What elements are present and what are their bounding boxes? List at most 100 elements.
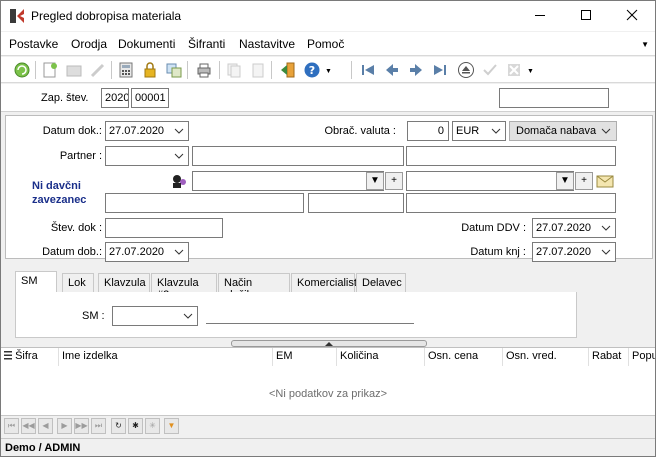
datum-knj-picker[interactable]: 27.07.2020 [532,242,616,262]
minimize-button[interactable] [517,1,563,31]
nav-asterisk-button[interactable]: ✱ [128,418,143,434]
last-record-icon[interactable] [431,61,449,79]
column-header-ime-izdelka[interactable]: Ime izdelka [59,348,273,366]
column-header-sifra[interactable]: Šifra [1,348,59,366]
cancel-dropdown-icon[interactable]: ▼ [527,68,534,75]
panel-splitter[interactable] [231,340,427,347]
zap-number-field[interactable]: 00001 [131,88,169,108]
tab-klavzula-2[interactable]: Klavzula #2 [151,273,217,301]
prev-record-icon[interactable] [383,61,401,79]
city-field[interactable] [406,193,616,213]
column-header-popust[interactable]: Popu [629,348,655,366]
post-field[interactable] [308,193,404,213]
contact-field-2[interactable] [406,171,574,191]
datum-ddv-picker[interactable]: 27.07.2020 [532,218,616,238]
menu-nastavitve[interactable]: Nastavitve [239,37,295,51]
column-header-osn-vred[interactable]: Osn. vred. [503,348,589,366]
stev-dok-field[interactable] [105,218,223,238]
help-icon[interactable]: ? [303,61,321,79]
nav-last-button[interactable]: ⏭ [91,418,106,434]
edit-icon[interactable] [89,61,107,79]
contact-2-dropdown[interactable]: ▼ [556,172,574,190]
sm-select[interactable] [112,306,198,326]
title-bar: Pregled dobropisa materiala [1,1,655,31]
datum-knj-label: Datum knj : [470,246,526,258]
open-folder-icon[interactable] [65,61,83,79]
filter-icon[interactable]: ▼ [164,418,179,434]
main-window: Pregled dobropisa materiala Postavke Oro… [0,0,656,457]
chevron-down-icon [174,249,184,255]
currency-select[interactable]: EUR [452,121,506,141]
nav-prev-page-button[interactable]: ◀◀ [21,418,36,434]
nav-next-button[interactable]: ▶ [57,418,72,434]
datum-dok-picker[interactable]: 27.07.2020 [105,121,189,141]
nav-first-button[interactable]: ⏮ [4,418,19,434]
contact-field-1[interactable] [192,171,384,191]
tab-nacin-placila[interactable]: Način plačila [218,273,290,301]
zap-year-field[interactable]: 2020 [101,88,129,108]
paste-icon[interactable] [249,61,267,79]
tab-sm[interactable]: SM [15,271,57,293]
copy-icon[interactable] [225,61,243,79]
grid-menu-icon[interactable] [4,350,12,360]
menu-postavke[interactable]: Postavke [9,37,58,51]
datum-dob-picker[interactable]: 27.07.2020 [105,242,189,262]
print-icon[interactable] [195,61,213,79]
chevron-down-icon [183,313,193,319]
menu-bar: Postavke Orodja Dokumenti Šifranti Nasta… [1,32,655,56]
record-number-bar: Zap. štev. 2020 00001 [1,84,655,112]
calculator-icon[interactable] [117,61,135,79]
chevron-down-icon [601,128,611,134]
contact-1-dropdown[interactable]: ▼ [366,172,384,190]
lock-icon[interactable] [141,61,159,79]
mail-icon[interactable] [596,172,614,190]
chevron-down-icon [601,249,611,255]
transfer-icon[interactable] [165,61,183,79]
eject-icon[interactable] [457,61,475,79]
tab-panel-sm: SM : [15,292,577,338]
contact-1-add-button[interactable]: + [385,172,403,190]
domaca-nabava-dropdown[interactable]: Domača nabava [509,121,617,141]
partner-select[interactable] [105,146,189,166]
help-dropdown-icon[interactable]: ▼ [325,68,332,75]
cancel-icon[interactable] [505,61,523,79]
contact-2-add-button[interactable]: + [575,172,593,190]
toolbar: ? ▼ ▼ [1,57,655,83]
tab-klavzula[interactable]: Klavzula [98,273,150,292]
tab-delavec[interactable]: Delavec [356,273,406,292]
menu-orodja[interactable]: Orodja [71,37,107,51]
app-logo-icon [10,9,24,23]
zap-extra-field[interactable] [499,88,609,108]
nav-refresh-button[interactable]: ↻ [111,418,126,434]
sm-name-field [206,323,414,324]
exchange-rate-field[interactable]: 0 [407,121,449,141]
menu-dokumenti[interactable]: Dokumenti [118,37,175,51]
svg-text:?: ? [309,64,315,77]
exit-icon[interactable] [279,61,297,79]
minimize-icon [535,15,545,16]
contact-person-icon[interactable] [170,173,190,189]
tab-lok[interactable]: Lok [62,273,94,292]
next-record-icon[interactable] [407,61,425,79]
new-document-icon[interactable] [41,61,59,79]
refresh-icon[interactable] [13,61,31,79]
close-button[interactable] [609,1,655,31]
ni-davcni-label-2: zavezanec [32,194,87,206]
nav-clear-button[interactable]: ✳ [145,418,160,434]
menu-sifranti[interactable]: Šifranti [188,37,225,51]
tab-komercialist[interactable]: Komercialist [291,273,357,292]
column-header-em[interactable]: EM [273,348,337,366]
first-record-icon[interactable] [359,61,377,79]
column-header-rabat[interactable]: Rabat [589,348,629,366]
confirm-icon[interactable] [481,61,499,79]
partner-name-field[interactable] [406,146,616,166]
partner-code-field[interactable] [192,146,404,166]
maximize-button[interactable] [563,1,609,31]
nav-prev-button[interactable]: ◀ [38,418,53,434]
nav-next-page-button[interactable]: ▶▶ [74,418,89,434]
menu-pomoc[interactable]: Pomoč [307,37,344,51]
column-header-osn-cena[interactable]: Osn. cena [425,348,503,366]
menu-overflow-icon[interactable]: ▼ [641,40,649,49]
address-field[interactable] [105,193,304,213]
column-header-kolicina[interactable]: Količina [337,348,425,366]
